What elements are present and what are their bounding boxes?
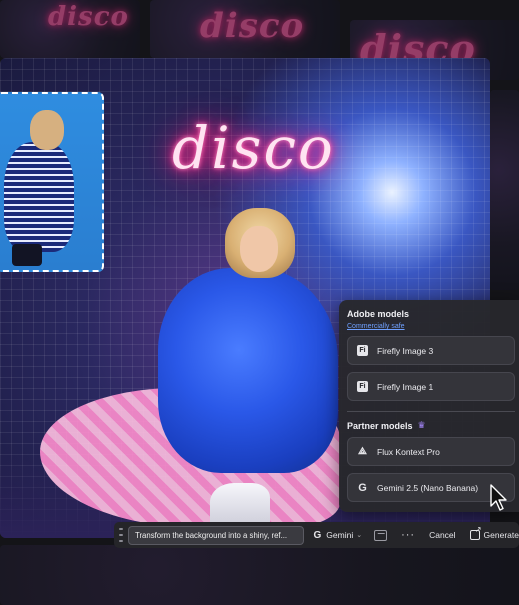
thumbnail[interactable]: disco [150, 0, 340, 58]
drag-handle-icon[interactable] [116, 526, 126, 544]
thumbnail [0, 545, 519, 605]
chevron-down-icon: ⌄ [356, 532, 363, 539]
model-option-label: Firefly Image 3 [377, 345, 434, 356]
reference-image[interactable] [0, 92, 104, 272]
reference-subject-body [4, 142, 74, 252]
section-divider [347, 411, 515, 412]
generate-button[interactable]: Generate [469, 525, 519, 540]
firefly-icon: Fi [357, 381, 368, 392]
model-option-label: Firefly Image 1 [377, 381, 434, 392]
crown-icon: ♛ [417, 420, 426, 430]
model-dropdown-panel: Adobe models Commercially safe Fi Firefl… [339, 300, 519, 512]
firefly-icon: Fi [357, 345, 368, 356]
adobe-models-heading: Adobe models [347, 309, 410, 319]
model-option-label: Flux Kontext Pro [377, 446, 440, 457]
subject-coat [158, 268, 338, 473]
thumbnail[interactable] [490, 90, 519, 290]
generate-label: Generate [483, 530, 519, 540]
thumbnail[interactable]: disco [0, 0, 140, 58]
model-option-flux-kontext-pro[interactable]: ⟁ Flux Kontext Pro [347, 437, 515, 466]
neon-sign-text: disco [172, 114, 335, 182]
flux-icon: ⟁ [358, 446, 367, 457]
model-select-label: Gemini [326, 530, 354, 540]
google-icon: G [358, 481, 367, 494]
model-option-firefly-image-1[interactable]: Fi Firefly Image 1 [347, 372, 515, 401]
subject-face [240, 226, 278, 272]
thumbnail-neon-text: disco [200, 6, 305, 46]
prompt-toolbar: Transform the background into a shiny, r… [114, 522, 519, 548]
model-option-label: Gemini 2.5 (Nano Banana) [377, 482, 479, 493]
partner-models-heading: Partner models [347, 420, 413, 431]
generate-icon [469, 525, 482, 540]
cancel-button[interactable]: Cancel [429, 530, 455, 540]
reference-subject-hair [30, 110, 64, 150]
model-option-firefly-image-3[interactable]: Fi Firefly Image 3 [347, 336, 515, 365]
thumbnail-neon-text: disco [48, 2, 129, 32]
model-select-button[interactable]: G Gemini ⌄ [314, 530, 363, 541]
prompt-input[interactable]: Transform the background into a shiny, r… [127, 525, 304, 545]
more-options-icon[interactable]: ··· [401, 529, 415, 541]
commercially-safe-link[interactable]: Commercially safe [347, 323, 519, 330]
google-icon: G [313, 529, 322, 541]
reference-subject-boot [12, 244, 42, 266]
reference-image-icon[interactable] [374, 529, 388, 541]
mouse-cursor-icon [490, 484, 507, 511]
